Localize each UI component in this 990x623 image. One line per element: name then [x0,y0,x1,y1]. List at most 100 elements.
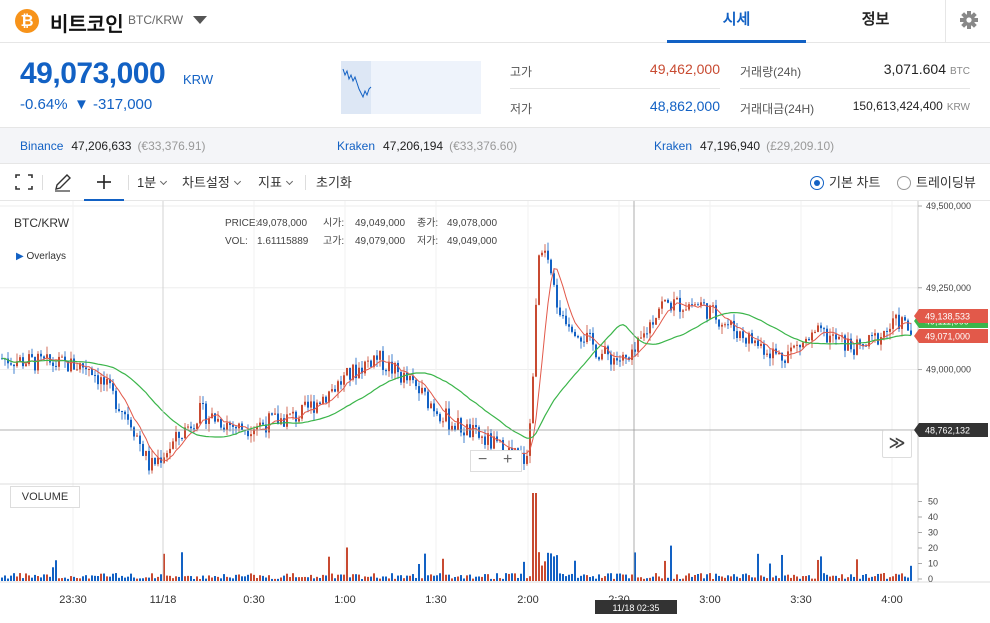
volume-bar [109,576,111,581]
chart-settings-select[interactable]: 차트설정 [182,164,241,201]
basic-chart-radio[interactable]: 기본 차트 [810,164,880,201]
ohlc-legend: PRICE:49,078,000 시가: 49,049,000 종가: 49,078,0… [225,214,497,229]
current-price: 49,073,000 [20,57,166,90]
candle-body [193,428,195,430]
volume-bar [187,575,189,581]
volume-bar [691,576,693,581]
zoom-in-button[interactable]: + [503,451,512,469]
volume-bar [259,575,261,581]
indicator-select[interactable]: 지표 [258,164,293,201]
zoom-out-button[interactable]: − [478,451,487,469]
volume-bar [16,576,18,581]
volume-bar [307,577,309,581]
ma-short-line [2,268,912,462]
volume-bar [379,578,381,581]
volume-bar [538,552,540,581]
zoom-controls: − + [470,450,522,472]
radio-checked-icon [810,176,824,190]
volume-bar [742,574,744,581]
candle-body [541,252,543,256]
chart-canvas[interactable]: 49,500,000 49,250,000 49,000,000 50 40 30 20 10… [0,201,990,623]
candle-body [640,337,642,339]
volume-bar [775,575,777,581]
volume-bar [118,577,120,581]
volume-bar [748,575,750,581]
candle-body [358,367,360,379]
volume-bar [715,573,717,581]
volume-bar [184,576,186,581]
exchange-name: Kraken [337,139,376,153]
candle-body [346,367,348,376]
settings-button[interactable] [945,0,990,43]
tab-price[interactable]: 시세 [667,0,806,43]
volume-bar [532,493,534,581]
divider [510,88,720,89]
reset-button[interactable]: 초기화 [316,164,352,201]
volume-bar [148,577,150,581]
legend-low-label: 저가: [417,236,439,247]
candle-body [601,353,603,360]
scroll-latest-button[interactable]: ≫ [882,430,912,458]
candle-body [439,414,441,422]
volume-bar [811,578,813,581]
candle-body [274,413,276,415]
volume-bar [910,565,912,581]
draw-button[interactable] [50,164,76,201]
coin-select-dropdown-icon[interactable] [193,16,207,24]
candle-body [553,273,555,285]
candle-body [709,305,711,319]
candle-body [733,320,735,332]
volume-bar [172,578,174,581]
tab-info[interactable]: 정보 [806,0,945,43]
amount-number: 150,613,424,400 [852,99,943,113]
volume-bar [499,578,501,581]
candle-body [457,418,459,430]
volume-bar [736,576,738,581]
candle-body [235,426,237,429]
volume-bar [829,576,831,581]
volume-bar [616,573,618,581]
volume-bar [835,575,837,581]
volume-bar [40,577,42,581]
candle-body [829,335,831,343]
volume-bar [658,576,660,581]
overlays-toggle[interactable]: ▶ Overlays [16,251,66,262]
candle-body [526,455,528,464]
volume-bar [862,574,864,581]
volume-bar [808,575,810,581]
candle-body [220,418,222,428]
crosshair-button[interactable] [84,164,124,201]
volume-bar [547,552,549,581]
volume-bar [529,576,531,581]
volume-bar [169,575,171,581]
x-tick-label: 11/18 [150,594,177,606]
legend-price: 49,078,000 [257,218,308,229]
volume-bar [334,578,336,581]
divider [740,88,970,89]
volume-bar [598,574,600,581]
volume-bar [58,578,60,581]
candle-body [325,396,327,403]
volume-bar [601,577,603,581]
gear-icon [960,11,978,29]
legend-close: 49,078,000 [447,218,498,229]
volume-bar [232,578,234,581]
fullscreen-button[interactable] [12,164,36,201]
interval-select[interactable]: 1분 [137,164,168,201]
tradingview-radio[interactable]: 트레이딩뷰 [897,164,976,201]
volume-bar [817,559,819,581]
volume-bar [457,576,459,581]
price-chart[interactable]: 49,500,000 49,250,000 49,000,000 50 40 30 20 10… [0,201,990,623]
volume-bar [319,577,321,581]
candle-body [790,347,792,352]
candle-body [151,457,153,471]
candle-body [724,324,726,326]
chevron-down-icon [285,177,293,186]
volume-bar [751,577,753,581]
candle-body [535,304,537,377]
exchange-price: 47,196,940 [700,139,761,153]
volume-bar [661,578,663,581]
candle-body [820,325,822,329]
legend-vol: 1.61115889 [257,236,309,247]
candle-body [469,424,471,438]
